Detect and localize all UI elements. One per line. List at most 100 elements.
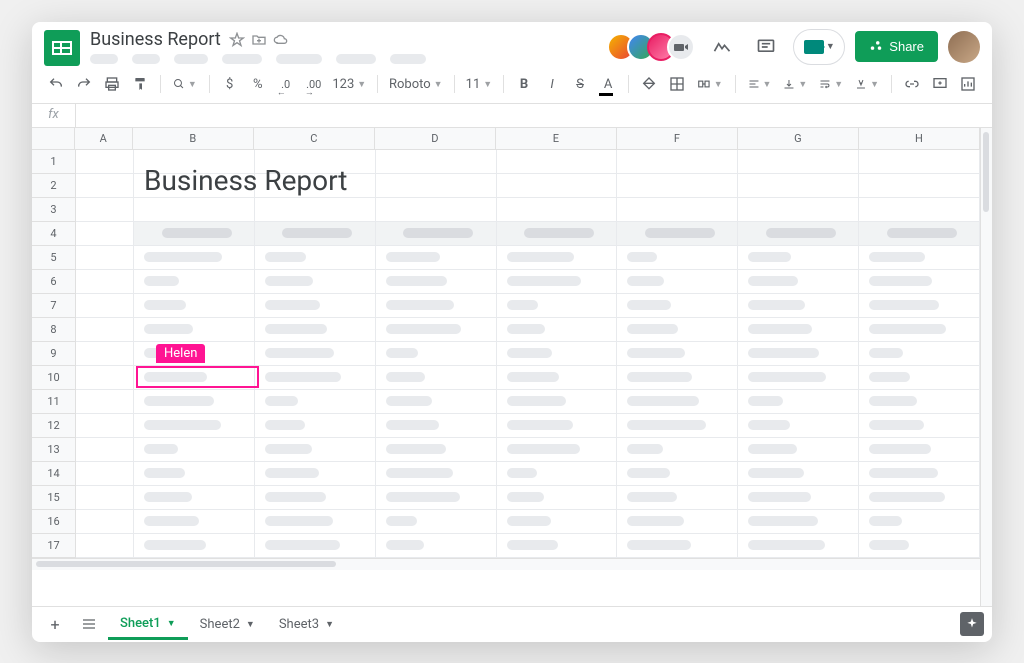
font-size-dropdown[interactable]: 11▼: [463, 72, 495, 96]
cell[interactable]: [376, 462, 497, 486]
activity-icon[interactable]: [705, 30, 739, 64]
cell[interactable]: [617, 150, 738, 174]
cloud-status-icon[interactable]: [273, 32, 289, 48]
cell[interactable]: [134, 366, 255, 390]
cell[interactable]: [255, 318, 376, 342]
cell[interactable]: [376, 438, 497, 462]
cell[interactable]: [497, 198, 618, 222]
cell[interactable]: [738, 294, 859, 318]
cell[interactable]: [859, 510, 980, 534]
row-header[interactable]: 11: [32, 390, 76, 414]
row-header[interactable]: 6: [32, 270, 76, 294]
redo-icon[interactable]: [72, 72, 96, 96]
cell[interactable]: [255, 246, 376, 270]
link-icon[interactable]: [900, 72, 924, 96]
column-header[interactable]: E: [496, 128, 617, 150]
column-header[interactable]: G: [738, 128, 859, 150]
select-all-corner[interactable]: [32, 128, 75, 150]
cell[interactable]: [376, 150, 497, 174]
column-header[interactable]: A: [75, 128, 133, 150]
cell[interactable]: [617, 270, 738, 294]
cell[interactable]: [859, 150, 980, 174]
cell[interactable]: [497, 390, 618, 414]
cell[interactable]: [497, 534, 618, 558]
horizontal-scrollbar[interactable]: [32, 558, 980, 570]
row-header[interactable]: 17: [32, 534, 76, 558]
cell[interactable]: [738, 342, 859, 366]
document-title[interactable]: Business Report: [90, 29, 221, 50]
cell[interactable]: [376, 198, 497, 222]
cell[interactable]: [859, 390, 980, 414]
cell[interactable]: [76, 486, 134, 510]
currency-icon[interactable]: $: [218, 72, 242, 96]
cell[interactable]: [738, 174, 859, 198]
share-button[interactable]: Share: [855, 31, 938, 62]
cell[interactable]: [255, 534, 376, 558]
row-header[interactable]: 8: [32, 318, 76, 342]
cell[interactable]: [76, 414, 134, 438]
text-color-icon[interactable]: A: [596, 72, 620, 96]
cell[interactable]: [376, 246, 497, 270]
cell[interactable]: [255, 414, 376, 438]
sheet-tab[interactable]: Sheet2▼: [188, 610, 267, 639]
bold-icon[interactable]: B: [512, 72, 536, 96]
cell[interactable]: [134, 342, 255, 366]
collaborator-avatars[interactable]: [607, 33, 695, 61]
insert-chart-icon[interactable]: [956, 72, 980, 96]
horizontal-align-icon[interactable]: ▼: [744, 72, 776, 96]
cell[interactable]: [497, 222, 618, 246]
row-header[interactable]: 3: [32, 198, 76, 222]
cell[interactable]: [134, 414, 255, 438]
sheets-logo[interactable]: [44, 30, 80, 66]
formula-input[interactable]: [76, 108, 992, 123]
cell[interactable]: [617, 534, 738, 558]
cell[interactable]: [617, 318, 738, 342]
cell[interactable]: [738, 246, 859, 270]
cell[interactable]: [617, 390, 738, 414]
cell[interactable]: [738, 510, 859, 534]
cell[interactable]: [76, 462, 134, 486]
fill-color-icon[interactable]: [637, 72, 661, 96]
decrease-decimal-icon[interactable]: .0←: [274, 72, 298, 96]
meet-button[interactable]: ▼: [793, 29, 845, 65]
cell[interactable]: [134, 246, 255, 270]
cell[interactable]: [617, 246, 738, 270]
cell[interactable]: [497, 462, 618, 486]
print-icon[interactable]: [100, 72, 124, 96]
cell[interactable]: [76, 246, 134, 270]
fx-icon[interactable]: fx: [32, 103, 76, 127]
cell[interactable]: [859, 462, 980, 486]
cell[interactable]: [376, 294, 497, 318]
merge-cells-icon[interactable]: ▼: [693, 72, 727, 96]
vertical-scrollbar[interactable]: [980, 128, 992, 606]
cell[interactable]: [497, 414, 618, 438]
cell[interactable]: [738, 318, 859, 342]
strikethrough-icon[interactable]: S: [568, 72, 592, 96]
cell[interactable]: [497, 246, 618, 270]
account-avatar[interactable]: [948, 31, 980, 63]
add-sheet-icon[interactable]: +: [40, 609, 70, 639]
cell[interactable]: [617, 486, 738, 510]
cell[interactable]: [497, 294, 618, 318]
cell[interactable]: [76, 294, 134, 318]
cell[interactable]: [76, 222, 134, 246]
cell[interactable]: [738, 438, 859, 462]
cell[interactable]: [255, 390, 376, 414]
cell[interactable]: [255, 486, 376, 510]
cell[interactable]: [497, 150, 618, 174]
number-format-dropdown[interactable]: 123▼: [330, 72, 369, 96]
cell[interactable]: [376, 318, 497, 342]
undo-icon[interactable]: [44, 72, 68, 96]
cell[interactable]: [859, 294, 980, 318]
cell[interactable]: [859, 318, 980, 342]
cell[interactable]: [859, 366, 980, 390]
cell[interactable]: [738, 222, 859, 246]
cell[interactable]: [76, 390, 134, 414]
cell[interactable]: [255, 174, 376, 198]
cell[interactable]: [738, 198, 859, 222]
cell[interactable]: [376, 390, 497, 414]
cell[interactable]: [617, 294, 738, 318]
cell[interactable]: [617, 414, 738, 438]
cell[interactable]: [738, 270, 859, 294]
anonymous-avatar[interactable]: [667, 33, 695, 61]
